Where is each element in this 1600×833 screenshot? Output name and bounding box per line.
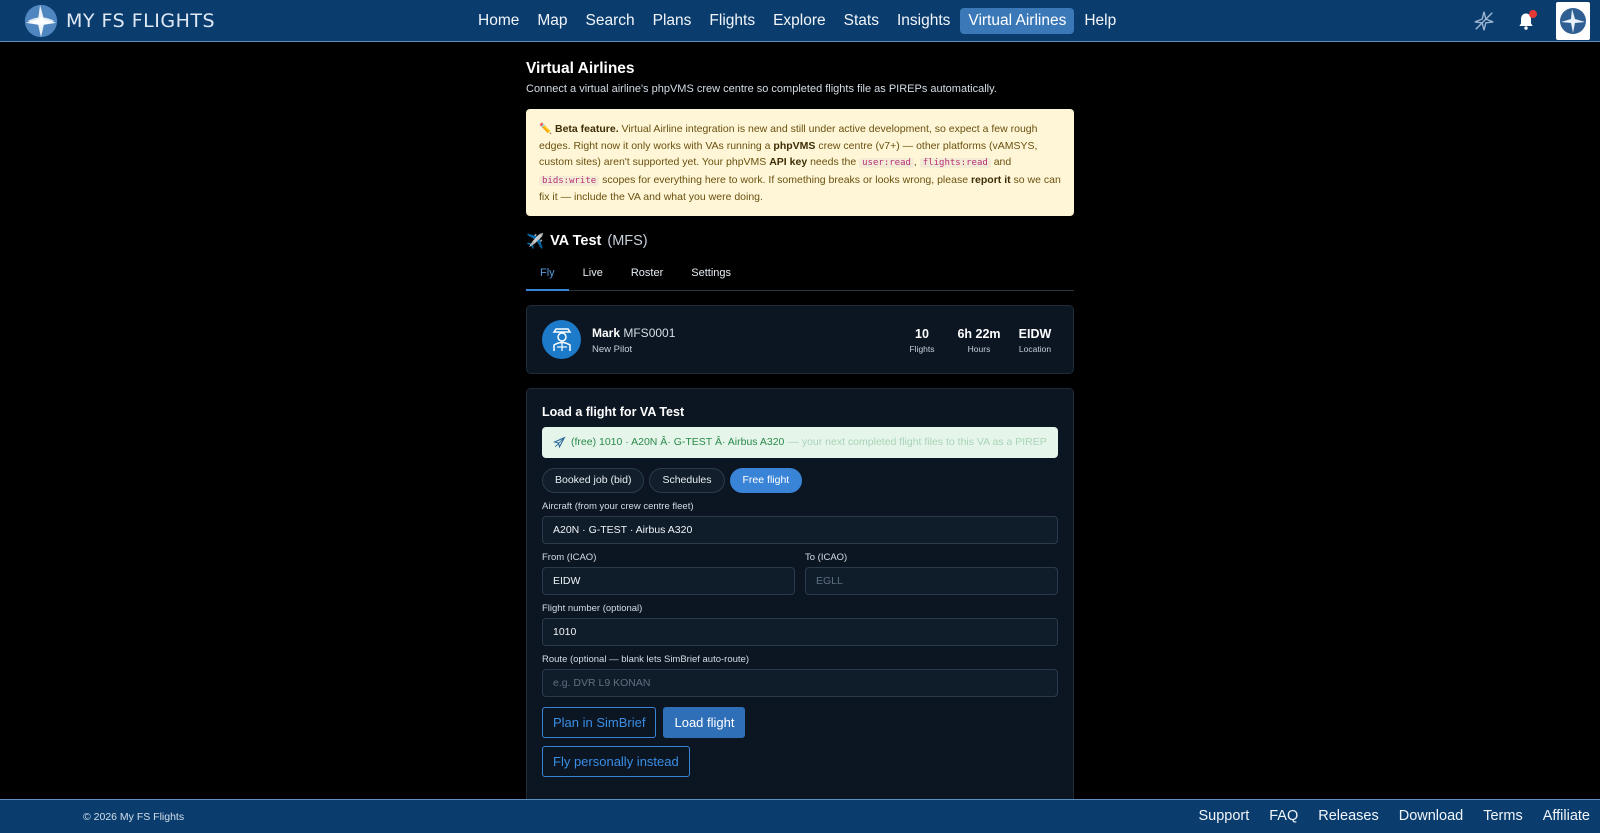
report-link[interactable]: report it	[971, 174, 1011, 186]
action-buttons: Plan in SimBrief Load flight	[542, 706, 1058, 738]
beta-label: Beta feature.	[555, 123, 619, 135]
beta-text: scopes for everything here to work. If s…	[599, 173, 971, 186]
load-flight-title: Load a flight for VA Test	[542, 404, 685, 419]
user-avatar-icon	[1560, 8, 1586, 34]
page-subtitle: Connect a virtual airline's phpVMS crew …	[526, 83, 997, 95]
mode-booked-job[interactable]: Booked job (bid)	[542, 467, 645, 493]
scope-code: bids:write	[539, 175, 600, 186]
stat-label: Hours	[967, 343, 991, 354]
stat-label: Location	[1018, 343, 1052, 354]
flight-number-input[interactable]	[542, 617, 1058, 646]
scope-code: user:read	[859, 158, 914, 169]
nav-explore[interactable]: Explore	[765, 8, 834, 34]
mode-schedules[interactable]: Schedules	[649, 467, 725, 493]
beta-text: ,	[913, 156, 920, 169]
stat-label: Flights	[909, 343, 935, 354]
tab-settings[interactable]: Settings	[677, 267, 745, 291]
secondary-actions: Fly personally instead	[542, 745, 1058, 777]
route-input[interactable]	[542, 668, 1058, 697]
nav-home[interactable]: Home	[470, 8, 527, 34]
scope-code: flights:read	[919, 158, 991, 169]
tab-live[interactable]: Live	[569, 267, 617, 291]
va-tabs: Fly Live Roster Settings	[526, 267, 1074, 291]
brand-logo[interactable]: MY FS FLIGHTS	[22, 2, 215, 40]
nav-search[interactable]: Search	[578, 8, 643, 34]
route-label: Route (optional — blank lets SimBrief au…	[542, 653, 749, 665]
pilot-avatar	[542, 319, 581, 359]
to-field-group: To (ICAO)	[805, 544, 1058, 595]
beta-notice: ✏️ Beta feature. Virtual Airline integra…	[526, 109, 1074, 216]
stat-value: 10	[915, 326, 929, 341]
user-avatar[interactable]	[1556, 2, 1590, 40]
stat-value: 6h 22m	[957, 326, 1001, 341]
tab-fly[interactable]: Fly	[526, 267, 569, 291]
beta-text: and	[990, 156, 1012, 169]
flight-summary-text: (free) 1010 · A20N Â· G-TEST Â· Airbus A…	[571, 436, 785, 449]
footer-terms[interactable]: Terms	[1483, 808, 1522, 824]
copyright: © 2026 My FS Flights	[83, 811, 185, 823]
load-flight-button[interactable]: Load flight	[663, 706, 746, 738]
from-icao-input[interactable]	[542, 566, 795, 595]
stat-flights: 10 Flights	[902, 327, 942, 354]
beta-text: needs the	[807, 156, 860, 169]
va-code: (MFS)	[607, 233, 648, 250]
pencil-icon: ✏️	[539, 123, 553, 135]
route-endpoints-row: From (ICAO) To (ICAO)	[542, 544, 1058, 595]
top-navbar: MY FS FLIGHTS Home Map Search Plans Flig…	[0, 0, 1600, 42]
pilot-name: Mark	[592, 325, 621, 340]
main-nav: Home Map Search Plans Flights Explore St…	[470, 8, 1126, 34]
footer-releases[interactable]: Releases	[1318, 808, 1378, 824]
footer-links: Support FAQ Releases Download Terms Affi…	[1178, 808, 1590, 824]
flight-mode-selector: Booked job (bid) Schedules Free flight	[542, 467, 1058, 493]
va-header: ✈️ VA Test (MFS)	[526, 233, 1074, 250]
plane-globe-logo-icon	[24, 4, 58, 38]
from-field-group: From (ICAO)	[542, 544, 795, 595]
tab-roster[interactable]: Roster	[617, 267, 677, 291]
sim-disconnected-icon[interactable]	[1472, 9, 1496, 33]
flight-summary: (free) 1010 · A20N Â· G-TEST Â· Airbus A…	[542, 426, 1058, 458]
footer-support[interactable]: Support	[1198, 808, 1249, 824]
footer-affiliate[interactable]: Affiliate	[1543, 808, 1590, 824]
footer-download[interactable]: Download	[1399, 808, 1464, 824]
bell-icon[interactable]	[1514, 9, 1538, 33]
nav-stats[interactable]: Stats	[836, 8, 887, 34]
pilot-name-line: Mark MFS0001	[592, 326, 675, 340]
brand-name: MY FS FLIGHTS	[66, 10, 216, 32]
aircraft-select[interactable]	[542, 515, 1058, 544]
nav-plans[interactable]: Plans	[645, 8, 700, 34]
load-flight-card: Load a flight for VA Test (free) 1010 · …	[526, 387, 1074, 808]
to-icao-input[interactable]	[805, 566, 1058, 595]
beta-strong: phpVMS	[773, 139, 816, 152]
flight-number-label: Flight number (optional)	[542, 602, 643, 614]
notification-badge	[1529, 10, 1537, 18]
stat-value: EIDW	[1018, 326, 1052, 341]
aircraft-label: Aircraft (from your crew centre fleet)	[542, 500, 694, 512]
nav-help[interactable]: Help	[1076, 8, 1124, 34]
nav-flights[interactable]: Flights	[701, 8, 763, 34]
footer-faq[interactable]: FAQ	[1269, 808, 1298, 824]
pilot-card: Mark MFS0001 New Pilot 10 Flights 6h 22m…	[526, 304, 1074, 374]
mode-free-flight[interactable]: Free flight	[729, 467, 803, 493]
page-title: Virtual Airlines	[526, 60, 635, 77]
stat-location: EIDW Location	[1011, 327, 1059, 354]
plan-simbrief-button[interactable]: Plan in SimBrief	[542, 706, 657, 738]
footer: © 2026 My FS Flights Support FAQ Release…	[0, 799, 1600, 833]
pilot-icon	[552, 328, 571, 352]
pilot-id: MFS0001	[623, 325, 676, 340]
beta-strong: API key	[769, 156, 808, 169]
nav-icon-group	[1472, 0, 1600, 42]
stat-hours: 6h 22m Hours	[954, 327, 1004, 354]
fly-personally-button[interactable]: Fly personally instead	[542, 745, 690, 777]
flight-summary-hint: — your next completed flight files to th…	[788, 436, 1047, 449]
nav-virtual-airlines[interactable]: Virtual Airlines	[960, 8, 1075, 34]
nav-map[interactable]: Map	[529, 8, 575, 34]
plane-icon	[553, 436, 566, 449]
airplane-icon: ✈️	[526, 233, 545, 250]
va-name: VA Test	[550, 233, 602, 250]
main-content: Virtual Airlines Connect a virtual airli…	[526, 42, 1074, 808]
nav-insights[interactable]: Insights	[889, 8, 958, 34]
to-label: To (ICAO)	[805, 551, 848, 563]
from-label: From (ICAO)	[542, 551, 597, 563]
pilot-rank: New Pilot	[592, 343, 633, 355]
